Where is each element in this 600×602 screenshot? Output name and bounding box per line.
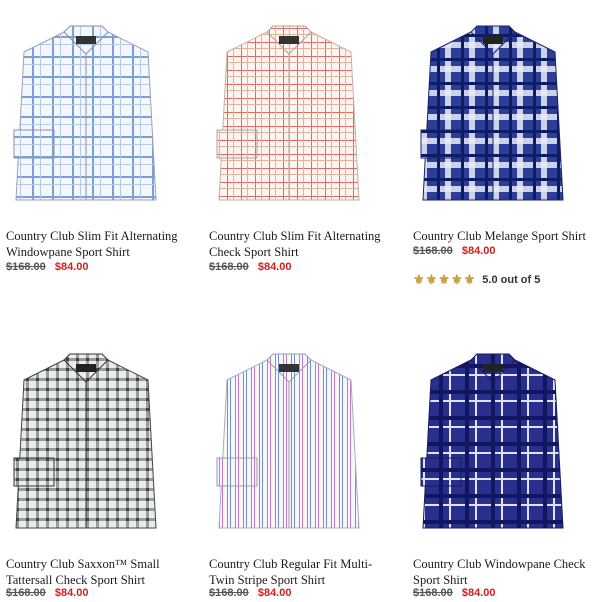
price-block: $168.00 $84.00 [6,587,88,599]
price-block: $168.00 $84.00 [413,587,495,599]
original-price: $168.00 [6,261,46,273]
fleur-de-lis-icon: ⚜⚜⚜⚜⚜ [413,272,477,287]
original-price: $168.00 [413,587,453,599]
product-title[interactable]: Country Club Regular Fit Multi-Twin Stri… [209,556,394,588]
sale-price: $84.00 [54,261,89,273]
original-price: $168.00 [209,587,249,599]
sale-price: $84.00 [257,587,292,599]
price-block: $168.00 $84.00 [6,261,88,273]
rating[interactable]: ⚜⚜⚜⚜⚜ 5.0 out of 5 [413,272,540,288]
product-title[interactable]: Country Club Melange Sport Shirt [413,228,598,244]
product-grid: Country Club Slim Fit Alternating Window… [0,0,600,602]
original-price: $168.00 [413,245,453,257]
shirt-image[interactable] [413,10,573,210]
sale-price: $84.00 [257,261,292,273]
price-block: $168.00 $84.00 [209,261,291,273]
product-title[interactable]: Country Club Slim Fit Alternating Check … [209,228,394,260]
price-block: $168.00 $84.00 [209,587,291,599]
sale-price: $84.00 [461,245,496,257]
product-title[interactable]: Country Club Slim Fit Alternating Window… [6,228,191,260]
original-price: $168.00 [209,261,249,273]
product-title[interactable]: Country Club Saxxon™ Small Tattersall Ch… [6,556,191,588]
shirt-image[interactable] [209,10,369,210]
shirt-image[interactable] [413,338,573,538]
rating-text: 5.0 out of 5 [482,274,541,286]
product-title[interactable]: Country Club Windowpane Check Sport Shir… [413,556,598,588]
shirt-image[interactable] [6,338,166,538]
sale-price: $84.00 [461,587,496,599]
sale-price: $84.00 [54,587,89,599]
shirt-image[interactable] [6,10,166,210]
shirt-image[interactable] [209,338,369,538]
price-block: $168.00 $84.00 [413,245,495,257]
original-price: $168.00 [6,587,46,599]
